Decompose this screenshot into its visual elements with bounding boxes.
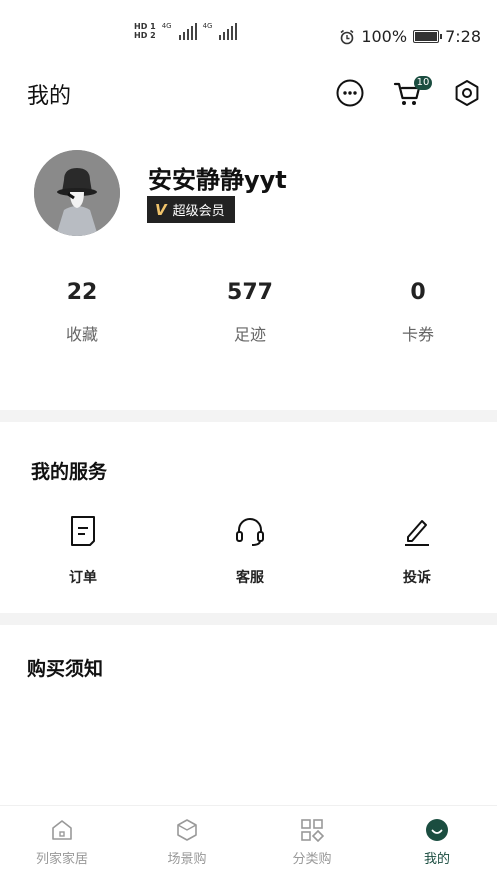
service-order[interactable]: 订单: [43, 515, 123, 587]
service-label: 客服: [236, 570, 264, 586]
status-right: 100% 7:28: [339, 27, 481, 46]
tab-profile[interactable]: 我的: [387, 818, 487, 867]
purchase-notice-title[interactable]: 购买须知: [27, 654, 103, 681]
vip-badge[interactable]: V 超级会员: [147, 196, 235, 223]
stats-row: 22 收藏 577 足迹 0 卡券: [0, 278, 497, 348]
username: 安安静静yyt: [148, 166, 287, 194]
signal-indicators: HD 1 HD 2 4G 4G: [134, 22, 238, 40]
page-title: 我的: [27, 84, 72, 109]
sim1-label: HD 1: [134, 22, 156, 31]
network2-label: 4G: [202, 22, 213, 30]
tab-label: 我的: [423, 852, 450, 867]
settings-icon[interactable]: [452, 78, 482, 108]
stat-footprints[interactable]: 577 足迹: [190, 278, 310, 345]
order-icon: [71, 516, 95, 546]
tab-categories[interactable]: 分类购: [262, 818, 362, 867]
network1-label: 4G: [161, 22, 172, 30]
tab-label: 场景购: [167, 852, 207, 867]
services-title: 我的服务: [31, 461, 108, 483]
service-support[interactable]: 客服: [210, 515, 290, 587]
stat-label: 卡券: [401, 325, 434, 344]
tab-bar: 列家家居 场景购 分类购 我的: [0, 805, 497, 884]
sim2-label: HD 2: [134, 31, 156, 40]
vip-label: 超级会员: [172, 204, 225, 219]
stat-label: 足迹: [233, 325, 266, 344]
stat-coupons[interactable]: 0 卡券: [358, 278, 478, 345]
section-divider: [0, 613, 497, 625]
avatar[interactable]: [34, 150, 120, 236]
service-label: 投诉: [403, 570, 431, 586]
sim-labels: HD 1 HD 2: [134, 22, 156, 40]
edit-icon: [405, 520, 429, 546]
header: 我的 10: [0, 74, 497, 114]
more-icon[interactable]: [335, 78, 365, 108]
stat-value: 0: [410, 280, 426, 305]
vip-icon: V: [155, 200, 167, 219]
cart-badge: 10: [414, 76, 432, 90]
battery-icon: [413, 30, 443, 43]
headset-icon: [236, 518, 264, 546]
service-complaint[interactable]: 投诉: [377, 515, 457, 587]
signal2-icon: [219, 22, 238, 40]
service-label: 订单: [69, 570, 97, 586]
avatar-image: [34, 150, 120, 236]
home-icon: [52, 820, 72, 840]
tab-label: 分类购: [292, 852, 332, 867]
category-icon: [301, 819, 324, 842]
battery-percent: 100%: [361, 27, 408, 46]
tab-home[interactable]: 列家家居: [12, 818, 112, 867]
section-divider: [0, 410, 497, 422]
profile-section[interactable]: 安安静静yyt V 超级会员: [34, 150, 494, 240]
box-icon: [177, 819, 197, 841]
profile-icon: [426, 819, 448, 841]
stat-value: 577: [227, 280, 273, 305]
signal1-icon: [178, 22, 197, 40]
tab-scenes[interactable]: 场景购: [137, 818, 237, 867]
stat-value: 22: [66, 280, 98, 305]
clock: 7:28: [445, 27, 481, 46]
tab-label: 列家家居: [35, 852, 88, 867]
stat-label: 收藏: [65, 325, 98, 344]
stat-favorites[interactable]: 22 收藏: [22, 278, 142, 345]
alarm-icon: [340, 29, 354, 44]
status-bar: HD 1 HD 2 4G 4G 100% 7:28: [0, 0, 497, 74]
